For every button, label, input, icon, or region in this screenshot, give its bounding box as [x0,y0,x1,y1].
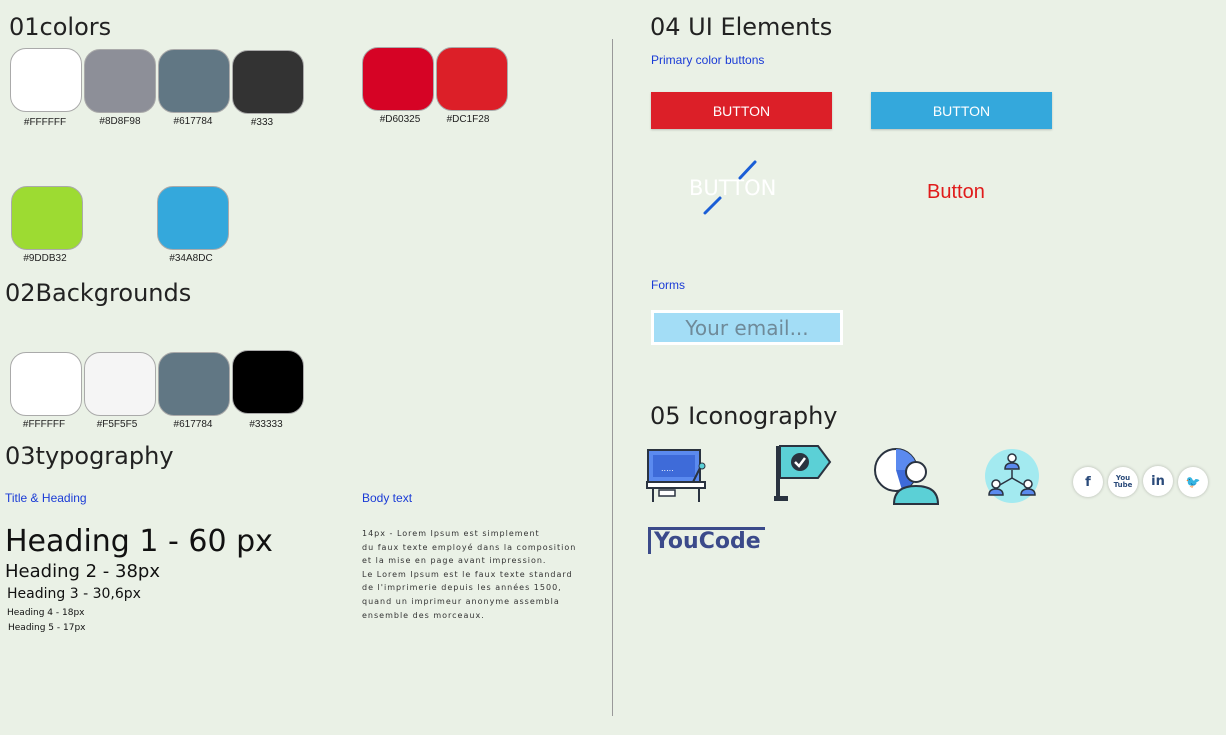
colors-section-title: 01colors [9,13,112,41]
backgrounds-section-title: 02Backgrounds [5,279,192,307]
color-swatch-green [11,186,83,250]
body-text-sample: 14px - Lorem Ipsum est simplement du fau… [362,529,577,620]
linkedin-icon[interactable]: in [1143,466,1173,496]
text-button[interactable]: Button [927,181,985,204]
color-swatch-slate [158,49,230,113]
forms-label: Forms [651,278,685,292]
color-swatch-dark [232,50,304,114]
email-input[interactable]: Your email... [651,310,843,345]
color-swatch-crimson [362,47,434,111]
bg-swatch-black [232,350,304,414]
youtube-icon[interactable]: You Tube [1108,467,1138,497]
svg-text:.....: ..... [661,464,674,473]
color-swatch-label: #9DDB32 [23,253,67,264]
heading-3-sample: Heading 3 - 30,6px [7,586,141,602]
body-text-label: Body text [362,491,413,505]
bg-swatch-white [10,352,82,416]
color-swatch-red [436,47,508,111]
youcode-logo: YouCode [648,527,765,554]
bg-swatch-slate [158,352,230,416]
title-heading-label: Title & Heading [5,491,87,505]
heading-5-sample: Heading 5 - 17px [8,623,86,633]
color-swatch-gray [84,49,156,113]
heading-1-sample: Heading 1 - 60 px [5,524,273,559]
bg-swatch-label: #33333 [249,419,283,430]
typography-section-title: 03typography [5,442,174,470]
facebook-icon[interactable]: f [1073,467,1103,497]
color-swatch-label: #DC1F28 [446,114,490,125]
column-divider [612,39,613,716]
bg-swatch-label: #FFFFFF [22,419,66,430]
heading-2-sample: Heading 2 - 38px [5,561,160,582]
bg-swatch-label: #F5F5F5 [96,419,138,430]
iconography-section-title: 05 Iconography [650,402,838,430]
twitter-icon[interactable]: 🐦 [1178,467,1208,497]
color-swatch-white [10,48,82,112]
color-swatch-blue [157,186,229,250]
user-chart-icon [874,448,940,505]
primary-buttons-label: Primary color buttons [651,53,765,67]
network-users-icon [985,449,1039,503]
blue-primary-button[interactable]: BUTTON [871,92,1052,129]
computer-desk-icon: ..... [646,449,706,502]
color-swatch-label: #34A8DC [169,253,213,264]
color-swatch-label: #333 [250,117,274,128]
color-swatch-label: #8D8F98 [99,116,141,127]
flag-check-icon [774,445,832,501]
color-swatch-label: #617784 [173,116,213,127]
ui-elements-section-title: 04 UI Elements [650,13,833,41]
heading-4-sample: Heading 4 - 18px [7,608,85,618]
bg-swatch-light [84,352,156,416]
color-swatch-label: #FFFFFF [23,117,67,128]
bg-swatch-label: #617784 [173,419,213,430]
loading-spinner-icon [703,160,757,215]
red-primary-button[interactable]: BUTTON [651,92,832,129]
